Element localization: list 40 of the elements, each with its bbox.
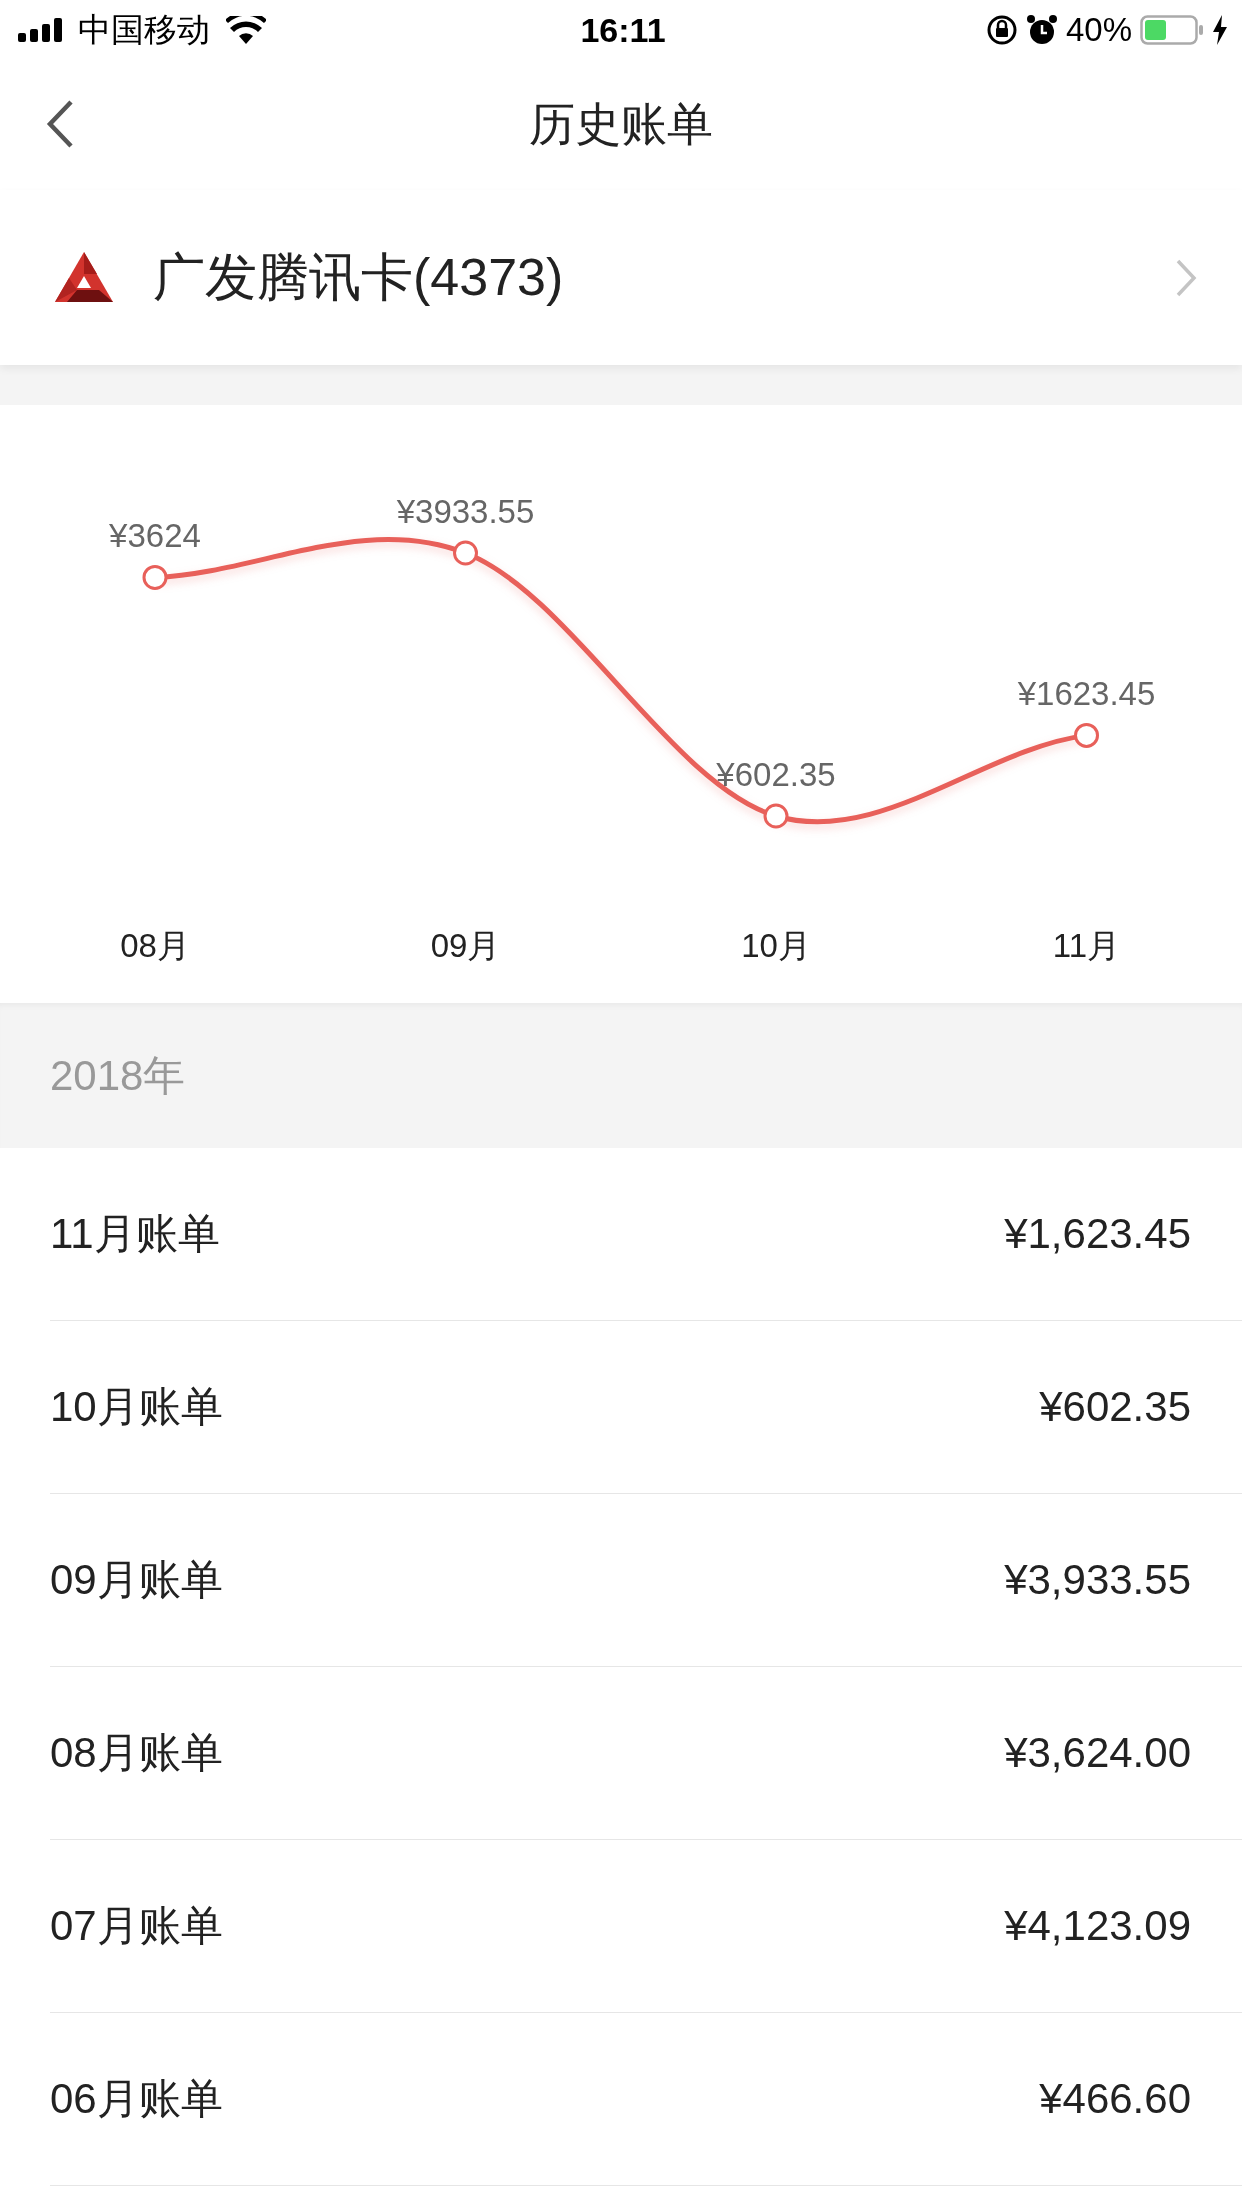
value-label: ¥1623.45 — [1017, 675, 1156, 713]
bill-row[interactable]: 11月账单 ¥1,623.45 — [50, 1148, 1242, 1321]
bill-row[interactable]: 09月账单 ¥3,933.55 — [50, 1494, 1242, 1667]
bill-row[interactable]: 08月账单 ¥3,624.00 — [50, 1667, 1242, 1840]
bill-month: 07月账单 — [50, 1901, 223, 1951]
rotation-lock-icon — [985, 14, 1018, 46]
month-label: 11月 — [1052, 927, 1121, 964]
battery-percent: 40% — [1065, 11, 1132, 49]
page-title: 历史账单 — [529, 97, 713, 152]
card-row[interactable]: 广发腾讯卡(4373) — [0, 190, 1242, 365]
carrier-name: 中国移动 — [78, 9, 210, 50]
month-label: 10月 — [741, 927, 811, 964]
alarm-icon — [1025, 14, 1058, 46]
bill-month: 10月账单 — [50, 1382, 223, 1432]
value-label: ¥602.35 — [716, 756, 836, 793]
bill-row[interactable]: 10月账单 ¥602.35 — [50, 1321, 1242, 1494]
charging-icon — [1212, 15, 1228, 45]
bill-month: 11月账单 — [50, 1209, 220, 1259]
year-header: 2018年 — [50, 1050, 186, 1101]
clock-time: 16:11 — [580, 10, 666, 50]
value-label: ¥3624 — [109, 517, 201, 555]
battery-icon — [1140, 15, 1204, 45]
bill-amount: ¥4,123.09 — [1004, 1902, 1191, 1950]
bill-month: 08月账单 — [50, 1728, 223, 1778]
card-name: 广发腾讯卡(4373) — [153, 246, 565, 308]
bill-amount: ¥3,933.55 — [1004, 1556, 1191, 1604]
bill-amount: ¥602.35 — [1039, 1383, 1191, 1431]
month-label: 08月 — [120, 927, 190, 964]
bill-month: 06月账单 — [50, 2074, 223, 2124]
month-label: 09月 — [430, 927, 501, 964]
value-label: ¥3933.55 — [396, 493, 535, 530]
bill-month: 09月账单 — [50, 1555, 223, 1605]
bank-logo-icon — [55, 251, 113, 304]
bill-amount: ¥3,624.00 — [1004, 1729, 1191, 1777]
bill-amount: ¥1,623.45 — [1004, 1210, 1191, 1258]
wifi-icon — [226, 16, 266, 44]
bill-row[interactable]: 06月账单 ¥466.60 — [50, 2013, 1242, 2186]
bill-amount: ¥466.60 — [1039, 2075, 1191, 2123]
bill-row[interactable]: 07月账单 ¥4,123.09 — [50, 1840, 1242, 2013]
chevron-right-icon — [1175, 257, 1197, 298]
